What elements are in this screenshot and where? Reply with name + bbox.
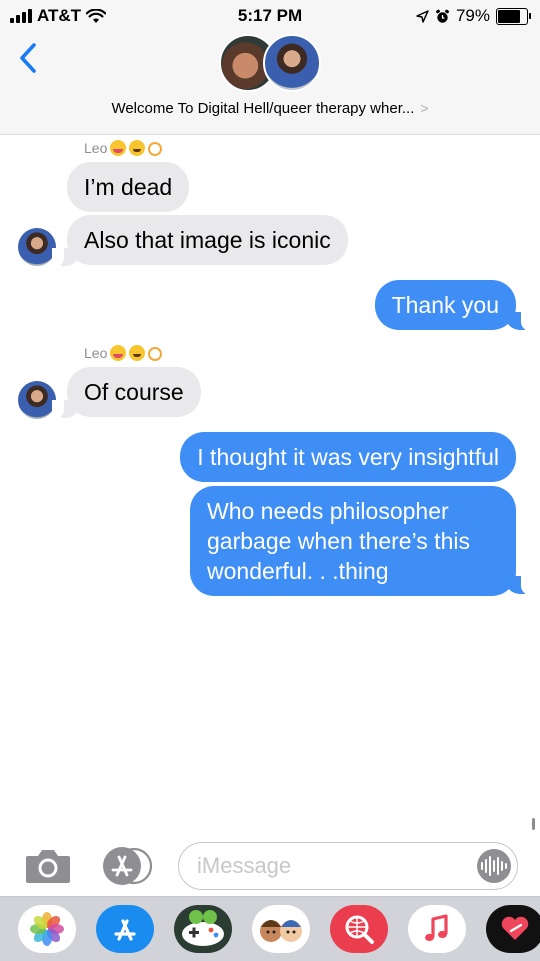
ok-hand-emoji-icon (148, 347, 163, 361)
scroll-indicator[interactable] (532, 818, 535, 830)
ok-hand-emoji-icon (148, 142, 163, 156)
memoji-app-icon[interactable] (252, 905, 310, 953)
zany-face-emoji-icon (110, 140, 127, 156)
music-app-icon[interactable] (408, 905, 466, 953)
app-store-app-icon[interactable] (96, 905, 154, 953)
sender-name: Leo (84, 345, 163, 361)
message-text-line: Who needs philosopher (207, 498, 449, 524)
zany-face-emoji-icon (110, 345, 127, 361)
location-arrow-icon (416, 9, 429, 23)
message-text: Of course (84, 379, 184, 405)
app-store-icon (103, 847, 153, 885)
message-text: I’m dead (84, 174, 173, 200)
message-bubble-incoming[interactable]: Also that image is iconic (67, 215, 348, 265)
group-avatars[interactable] (219, 34, 323, 94)
avatar[interactable] (18, 381, 56, 419)
grinning-face-emoji-icon (129, 140, 146, 156)
avatar (263, 34, 321, 92)
conversation-header: AT&T 5:17 PM 79% Welcome To Digital Hell… (0, 0, 540, 135)
composer-bar (0, 836, 540, 896)
photos-app-icon[interactable] (18, 905, 76, 953)
group-name-button[interactable]: Welcome To Digital Hell/queer therapy wh… (0, 100, 540, 117)
message-text-line: garbage when there’s this (207, 528, 470, 554)
avatar[interactable] (18, 228, 56, 266)
message-text: I thought it was very insightful (197, 444, 499, 470)
app-drawer (0, 896, 540, 961)
app-store-button[interactable] (100, 846, 153, 886)
camera-icon (26, 850, 70, 883)
audio-message-button[interactable] (477, 849, 511, 883)
camera-button[interactable] (25, 848, 71, 884)
battery-icon (496, 7, 531, 25)
web-search-app-icon[interactable] (330, 905, 388, 953)
group-name-label: Welcome To Digital Hell/queer therapy wh… (111, 100, 415, 117)
message-bubble-outgoing[interactable]: Who needs philosopher garbage when there… (190, 486, 516, 596)
battery-fill (498, 9, 521, 23)
chevron-right-icon: > (420, 100, 429, 116)
sender-name: Leo (84, 140, 163, 156)
grinning-face-emoji-icon (129, 345, 146, 361)
message-bubble-incoming[interactable]: I’m dead (67, 162, 190, 212)
message-text-line: wonderful. . .thing (207, 558, 389, 584)
message-bubble-incoming[interactable]: Of course (67, 367, 201, 417)
sender-label: Leo (84, 140, 108, 156)
back-button[interactable] (14, 40, 46, 76)
message-input-container[interactable] (178, 842, 518, 890)
message-bubble-outgoing[interactable]: I thought it was very insightful (180, 432, 516, 482)
chevron-left-icon (20, 43, 36, 73)
game-controller-app-icon[interactable] (174, 905, 232, 953)
message-text: Also that image is iconic (84, 227, 331, 253)
message-input[interactable] (197, 843, 457, 888)
digital-touch-app-icon[interactable] (486, 905, 540, 953)
status-bar: AT&T 5:17 PM 79% (0, 0, 540, 32)
sender-label: Leo (84, 345, 108, 361)
battery-percent: 79% (455, 6, 490, 25)
status-right: 79% (416, 6, 531, 26)
alarm-icon (436, 9, 449, 23)
message-text: Thank you (391, 292, 499, 318)
message-bubble-outgoing[interactable]: Thank you (374, 280, 516, 330)
